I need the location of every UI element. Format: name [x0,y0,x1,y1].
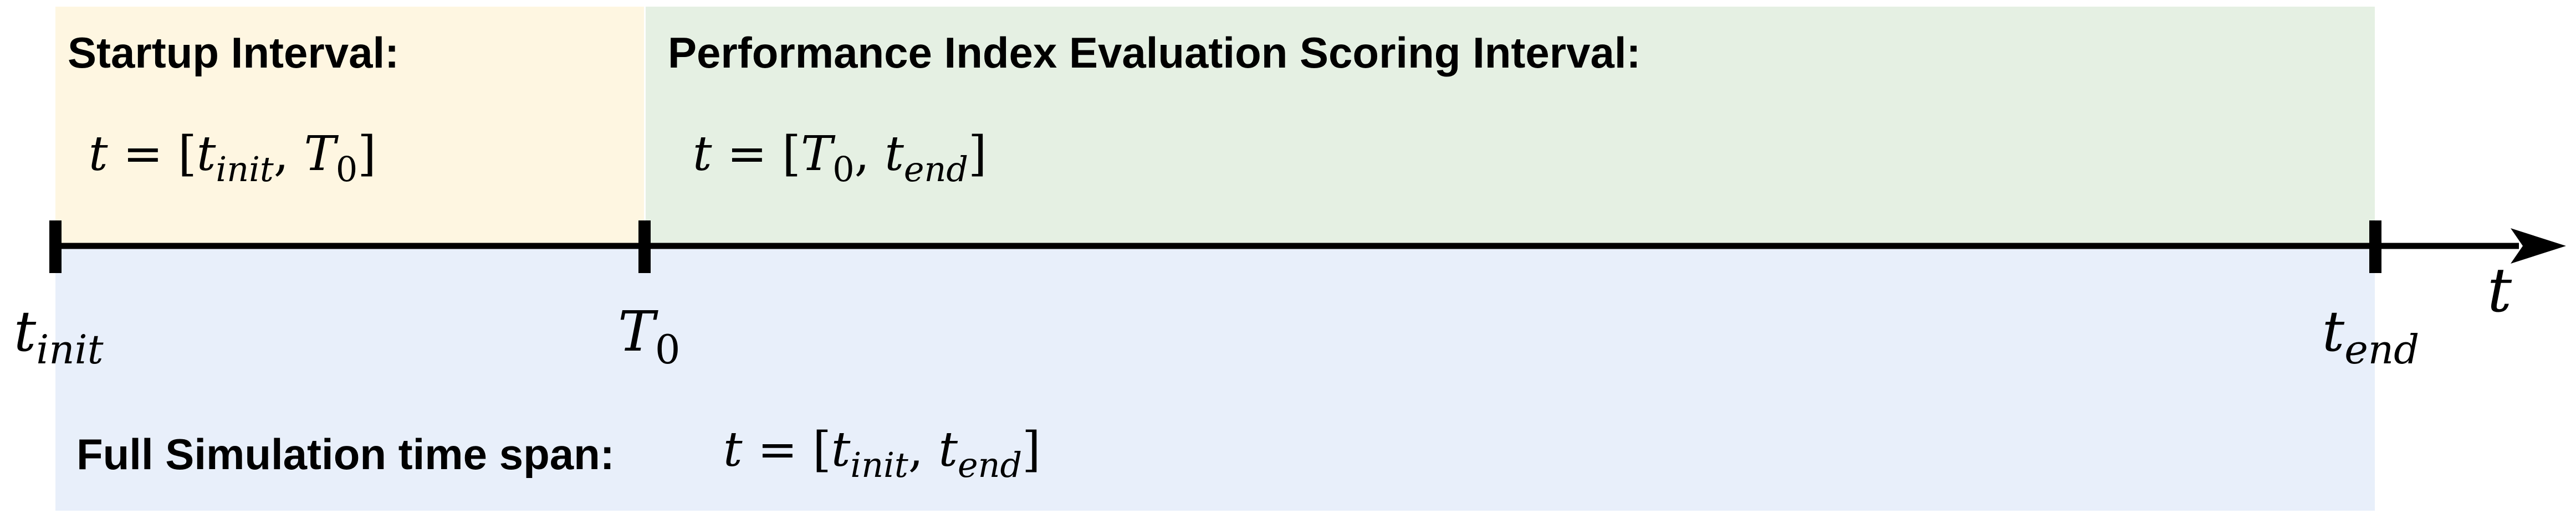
tick-label-t-end: tend [2322,299,2420,373]
tick-t0 [638,220,651,273]
time-axis [49,220,2566,273]
axis-label-t: t [2487,255,2512,326]
tick-label-t0: T0 [618,299,681,373]
tick-t-init [49,220,62,273]
tick-t-end [2369,220,2381,273]
tick-label-t-init: tinit [14,299,104,373]
